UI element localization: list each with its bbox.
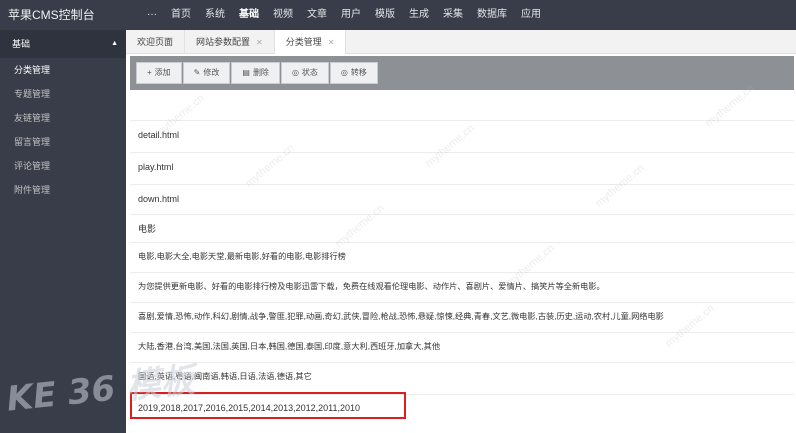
tab-label: 网站参数配置 <box>196 37 251 47</box>
form-row-down-template[interactable]: down.html <box>130 184 794 212</box>
status-button[interactable]: ◎ 状态 <box>280 62 329 84</box>
tab-bar: 欢迎页面 网站参数配置 ✕ 分类管理 ✕ <box>126 30 796 54</box>
move-button[interactable]: ◎ 转移 <box>329 62 378 84</box>
sidebar-item-links[interactable]: 友链管理 <box>0 106 126 130</box>
plus-icon: + <box>147 68 152 77</box>
move-button-label: 转移 <box>350 68 367 77</box>
sidebar-item-attachments[interactable]: 附件管理 <box>0 178 126 202</box>
form-row-genres[interactable]: 喜剧,爱情,恐怖,动作,科幻,剧情,战争,警匪,犯罪,动画,奇幻,武侠,冒险,枪… <box>130 302 794 330</box>
form-row-value: 大陆,香港,台湾,美国,法国,英国,日本,韩国,德国,泰国,印度,意大利,西班牙… <box>138 342 441 351</box>
top-nav-more[interactable]: ··· <box>140 0 164 30</box>
form-row-value: detail.html <box>138 130 180 140</box>
form-row-languages[interactable]: 国语,英语,粤语,闽南语,韩语,日语,法语,德语,其它 <box>130 362 794 390</box>
close-icon[interactable]: ✕ <box>256 38 263 47</box>
sidebar-item-category[interactable]: 分类管理 <box>0 58 126 82</box>
toolbar: + 添加 ✎ 修改 ▤ 删除 ◎ 状态 ◎ 转移 <box>130 56 794 90</box>
edit-button[interactable]: ✎ 修改 <box>182 62 231 84</box>
caret-up-icon: ▲ <box>111 40 118 47</box>
tab-label: 欢迎页面 <box>137 37 174 47</box>
top-nav-system[interactable]: 系统 <box>198 0 232 30</box>
form-row-keywords[interactable]: 电影,电影大全,电影天堂,最新电影,好看的电影,电影排行榜 <box>130 242 794 270</box>
top-nav-article[interactable]: 文章 <box>300 0 334 30</box>
move-icon: ◎ <box>340 68 348 77</box>
sidebar-header[interactable]: 基础 ▲ <box>0 30 126 58</box>
sidebar-header-label: 基础 <box>12 39 31 49</box>
form-row-value: 电影,电影大全,电影天堂,最新电影,好看的电影,电影排行榜 <box>138 252 346 261</box>
top-nav-collect[interactable]: 采集 <box>436 0 470 30</box>
sidebar-item-topic[interactable]: 专题管理 <box>0 82 126 106</box>
close-icon[interactable]: ✕ <box>328 38 335 47</box>
tab-site-settings[interactable]: 网站参数配置 ✕ <box>185 30 275 54</box>
top-nav-video[interactable]: 视频 <box>266 0 300 30</box>
highlight-box <box>130 392 406 419</box>
form-row-detail-template[interactable]: detail.html <box>130 120 794 148</box>
top-nav-apps[interactable]: 应用 <box>514 0 548 30</box>
top-nav-database[interactable]: 数据库 <box>470 0 514 30</box>
form-area: detail.html play.html down.html 电影 电影,电影… <box>130 96 794 433</box>
add-button[interactable]: + 添加 <box>136 62 182 84</box>
top-nav: ··· 首页 系统 基础 视频 文章 用户 模版 生成 采集 数据库 应用 <box>140 0 548 30</box>
delete-button-label: 删除 <box>252 68 269 77</box>
form-row-value: play.html <box>138 162 174 172</box>
app-title: 苹果CMS控制台 <box>0 0 126 30</box>
delete-button[interactable]: ▤ 删除 <box>231 62 280 84</box>
tab-category[interactable]: 分类管理 ✕ <box>274 30 347 54</box>
form-row-title[interactable]: 电影 <box>130 214 794 242</box>
tab-label: 分类管理 <box>285 37 322 47</box>
top-nav-template[interactable]: 模版 <box>368 0 402 30</box>
status-icon: ◎ <box>291 68 299 77</box>
form-row-value: 国语,英语,粤语,闽南语,韩语,日语,法语,德语,其它 <box>138 372 312 381</box>
form-row-regions[interactable]: 大陆,香港,台湾,美国,法国,英国,日本,韩国,德国,泰国,印度,意大利,西班牙… <box>130 332 794 360</box>
top-nav-user[interactable]: 用户 <box>334 0 368 30</box>
edit-icon: ✎ <box>193 68 201 77</box>
top-nav-home[interactable]: 首页 <box>164 0 198 30</box>
form-row-value: 为您提供更新电影、好看的电影排行榜及电影迅雷下载，免费在线观看伦理电影、动作片、… <box>138 282 605 291</box>
top-bar: 苹果CMS控制台 ··· 首页 系统 基础 视频 文章 用户 模版 生成 采集 … <box>0 0 796 30</box>
form-row-play-template[interactable]: play.html <box>130 152 794 180</box>
sidebar-item-comments[interactable]: 评论管理 <box>0 154 126 178</box>
top-nav-generate[interactable]: 生成 <box>402 0 436 30</box>
sidebar: 基础 ▲ 分类管理 专题管理 友链管理 留言管理 评论管理 附件管理 <box>0 30 126 433</box>
form-row-value: 电影 <box>138 224 157 234</box>
form-row-description[interactable]: 为您提供更新电影、好看的电影排行榜及电影迅雷下载，免费在线观看伦理电影、动作片、… <box>130 272 794 300</box>
form-row-value: 喜剧,爱情,恐怖,动作,科幻,剧情,战争,警匪,犯罪,动画,奇幻,武侠,冒险,枪… <box>138 312 664 321</box>
form-row-value: down.html <box>138 194 180 204</box>
status-button-label: 状态 <box>301 68 318 77</box>
edit-button-label: 修改 <box>203 68 220 77</box>
tab-welcome[interactable]: 欢迎页面 <box>126 30 186 54</box>
sidebar-item-guestbook[interactable]: 留言管理 <box>0 130 126 154</box>
trash-icon: ▤ <box>242 68 250 77</box>
top-nav-basic[interactable]: 基础 <box>232 0 266 30</box>
toolbar-button-group: + 添加 ✎ 修改 ▤ 删除 ◎ 状态 ◎ 转移 <box>136 62 379 84</box>
add-button-label: 添加 <box>154 68 171 77</box>
